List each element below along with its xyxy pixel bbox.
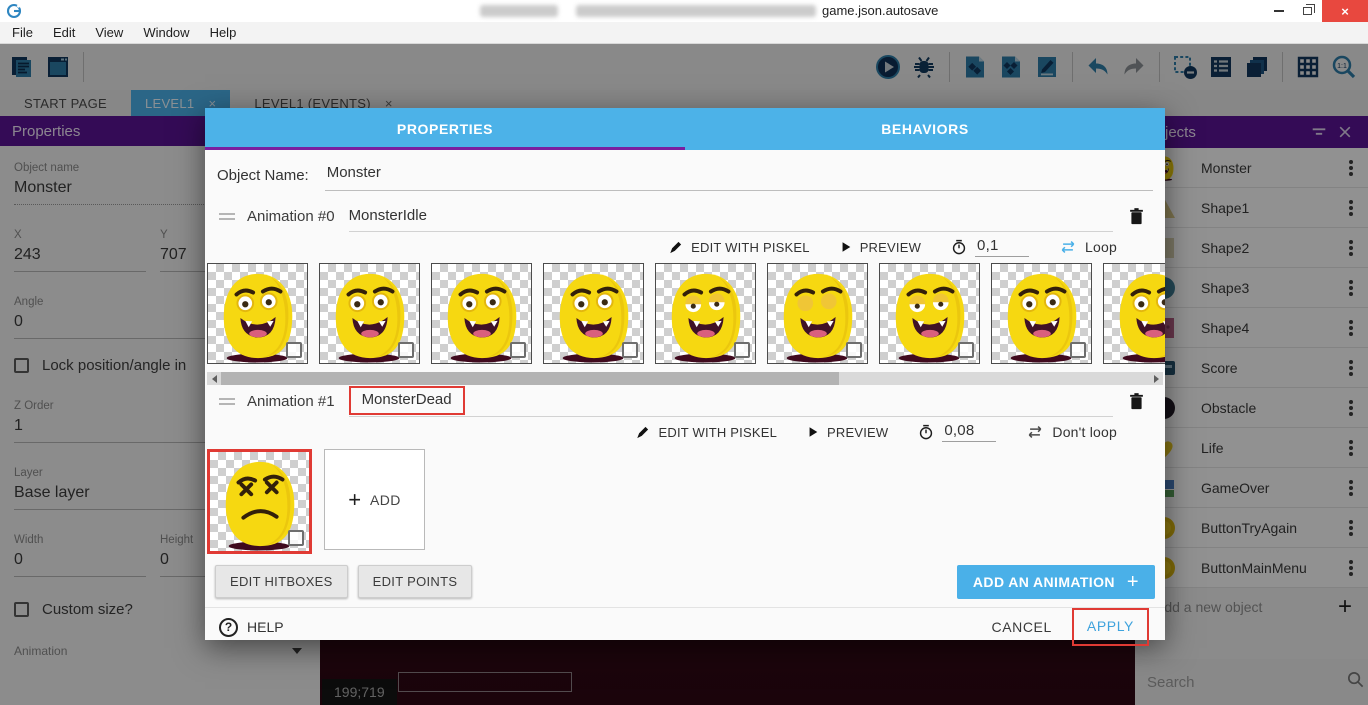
window-title: game.json.autosave	[822, 3, 938, 18]
cancel-button[interactable]: CANCEL	[979, 611, 1063, 643]
drag-handle-icon[interactable]	[219, 210, 235, 223]
menu-edit[interactable]: Edit	[43, 25, 85, 40]
edit-with-piskel-button[interactable]: EDIT WITH PISKEL	[668, 240, 810, 255]
play-icon	[840, 241, 852, 253]
menu-help[interactable]: Help	[200, 25, 247, 40]
animation-name-input[interactable]: MonsterIdle	[349, 207, 427, 224]
animation0-frame-5[interactable]	[655, 263, 756, 364]
frame-select-checkbox[interactable]	[846, 342, 862, 358]
object-name-label: Object Name:	[217, 167, 309, 184]
window-controls: ×	[1264, 0, 1368, 22]
animation1-frame-1[interactable]	[207, 449, 312, 554]
dialog-tabbar: PROPERTIES BEHAVIORS	[205, 108, 1165, 150]
animation0-header: Animation #0 MonsterIdle	[205, 200, 1165, 232]
restore-button[interactable]	[1293, 0, 1322, 22]
animation0-frame-8[interactable]	[991, 263, 1092, 364]
loop-toggle[interactable]: Loop	[1059, 239, 1117, 255]
edit-with-piskel-button[interactable]: EDIT WITH PISKEL	[635, 425, 777, 440]
object-name-input[interactable]: Monster	[325, 160, 1153, 191]
frames-scrollbar[interactable]	[207, 372, 1163, 385]
animation1-controls: EDIT WITH PISKEL PREVIEW 0,08 Don't loop	[205, 417, 1165, 447]
animation0-frame-4[interactable]	[543, 263, 644, 364]
frame-select-checkbox[interactable]	[398, 342, 414, 358]
animation0-controls: EDIT WITH PISKEL PREVIEW 0,1 Loop	[205, 232, 1165, 262]
question-icon: ?	[219, 618, 238, 637]
animation0-frame-1[interactable]	[207, 263, 308, 364]
animation-name-input-highlighted[interactable]: MonsterDead	[349, 386, 465, 415]
scroll-left-icon[interactable]	[207, 372, 221, 385]
edit-points-button[interactable]: EDIT POINTS	[358, 565, 473, 598]
preview-button[interactable]: PREVIEW	[840, 240, 921, 255]
tab-behaviors[interactable]: BEHAVIORS	[685, 108, 1165, 150]
frame-select-checkbox[interactable]	[286, 342, 302, 358]
animation1-frames: +ADD	[205, 449, 1165, 559]
animation0-frame-6[interactable]	[767, 263, 868, 364]
scroll-right-icon[interactable]	[1149, 372, 1163, 385]
animation0-frame-7[interactable]	[879, 263, 980, 364]
plus-icon: +	[1127, 576, 1139, 588]
animation0-frame-2[interactable]	[319, 263, 420, 364]
dialog-actions-row: EDIT HITBOXES EDIT POINTS ADD AN ANIMATI…	[205, 559, 1165, 599]
loop-toggle[interactable]: Don't loop	[1026, 424, 1117, 440]
menu-file[interactable]: File	[2, 25, 43, 40]
dialog-footer: ? HELP CANCEL APPLY	[205, 607, 1165, 646]
frame-delay-input[interactable]: 0,1	[975, 237, 1029, 257]
add-animation-button[interactable]: ADD AN ANIMATION +	[957, 565, 1155, 599]
timer-icon	[918, 424, 934, 440]
app-logo-icon	[6, 3, 22, 19]
timer-icon	[951, 239, 967, 255]
pencil-icon	[635, 425, 650, 440]
apply-button[interactable]: APPLY	[1087, 618, 1134, 634]
menu-bar: FileEditViewWindowHelp	[0, 22, 1368, 44]
help-button[interactable]: ? HELP	[219, 618, 284, 637]
tab-properties[interactable]: PROPERTIES	[205, 108, 685, 150]
titlebar: game.json.autosave ×	[0, 0, 1368, 22]
frame-select-checkbox[interactable]	[622, 342, 638, 358]
minimize-button[interactable]	[1264, 0, 1293, 22]
minimize-icon	[1274, 10, 1284, 12]
animation0-frames	[205, 263, 1165, 367]
object-name-row: Object Name: Monster	[205, 150, 1165, 200]
menu-view[interactable]: View	[85, 25, 133, 40]
animation-label: Animation #0	[247, 208, 335, 225]
gdevelop-window: game.json.autosave × FileEditViewWindowH…	[0, 0, 1368, 705]
add-frame-button[interactable]: +ADD	[324, 449, 425, 550]
frame-select-checkbox[interactable]	[510, 342, 526, 358]
frame-select-checkbox[interactable]	[734, 342, 750, 358]
object-editor-dialog: PROPERTIES BEHAVIORS Object Name: Monste…	[205, 108, 1165, 640]
drag-handle-icon[interactable]	[219, 395, 235, 408]
blurred-path-segment	[576, 5, 816, 17]
scrollbar-thumb[interactable]	[221, 372, 839, 385]
delete-animation-button[interactable]	[1121, 392, 1151, 411]
apply-annotation-box: APPLY	[1072, 608, 1149, 646]
restore-icon	[1303, 7, 1312, 15]
frame-delay-input[interactable]: 0,08	[942, 422, 996, 442]
play-icon	[807, 426, 819, 438]
time-between-frames: 0,1	[951, 237, 1029, 257]
menu-window[interactable]: Window	[133, 25, 199, 40]
time-between-frames: 0,08	[918, 422, 996, 442]
delete-animation-button[interactable]	[1121, 207, 1151, 226]
frame-select-checkbox[interactable]	[288, 530, 304, 546]
animation0-frame-3[interactable]	[431, 263, 532, 364]
frame-select-checkbox[interactable]	[958, 342, 974, 358]
close-button[interactable]: ×	[1322, 0, 1368, 22]
preview-button[interactable]: PREVIEW	[807, 425, 888, 440]
loop-icon	[1059, 240, 1077, 254]
active-tab-indicator	[205, 147, 685, 150]
loop-icon	[1026, 425, 1044, 439]
blurred-path-segment	[480, 5, 558, 17]
animation-label: Animation #1	[247, 393, 335, 410]
plus-icon: +	[348, 487, 361, 513]
close-icon: ×	[1341, 4, 1349, 19]
animation1-header: Animation #1 MonsterDead	[205, 385, 1165, 417]
animation0-frame-9[interactable]	[1103, 263, 1165, 364]
pencil-icon	[668, 240, 683, 255]
frame-select-checkbox[interactable]	[1070, 342, 1086, 358]
edit-hitboxes-button[interactable]: EDIT HITBOXES	[215, 565, 348, 598]
